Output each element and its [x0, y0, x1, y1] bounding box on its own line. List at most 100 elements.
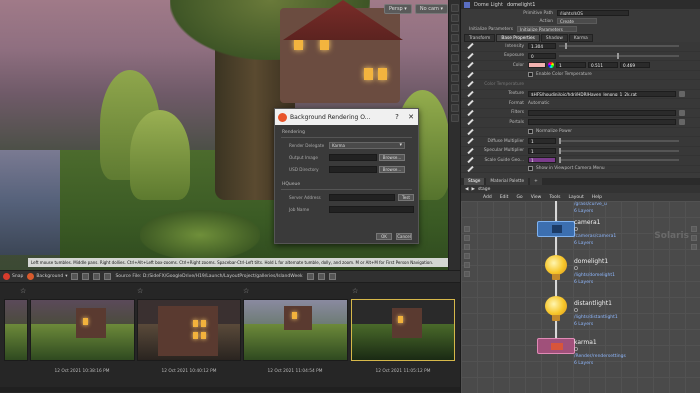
- pencil-icon[interactable]: [466, 119, 474, 125]
- output-image-field[interactable]: [329, 154, 377, 161]
- ok-button[interactable]: OK: [376, 233, 392, 240]
- tool-icon[interactable]: [691, 226, 697, 232]
- star-icon[interactable]: ☆: [137, 287, 143, 295]
- pencil-icon[interactable]: [466, 43, 474, 49]
- display-option-icon[interactable]: [450, 94, 459, 102]
- pencil-icon[interactable]: [466, 148, 474, 154]
- usd-directory-browse-button[interactable]: Browse...: [379, 166, 405, 173]
- intensity-field[interactable]: 1.304: [528, 43, 556, 50]
- pencil-icon[interactable]: [466, 129, 474, 135]
- pencil-icon[interactable]: [466, 91, 474, 97]
- display-option-icon[interactable]: [450, 14, 459, 22]
- menu-edit[interactable]: Edit: [500, 195, 509, 200]
- output-image-browse-button[interactable]: Browse...: [379, 154, 405, 161]
- enable-color-temp-checkbox[interactable]: [528, 72, 533, 78]
- compare-view-icon[interactable]: [328, 273, 336, 280]
- texture-field[interactable]: $HFS/houdini/pic/hdri/HDRIHaven_lenong_1…: [528, 90, 676, 97]
- diffuse-field[interactable]: 1: [528, 138, 556, 145]
- pencil-icon[interactable]: [466, 157, 474, 163]
- init-params-select[interactable]: Initialize Parameters: [517, 26, 577, 32]
- format-select[interactable]: Automatic: [528, 100, 568, 106]
- display-option-icon[interactable]: [450, 24, 459, 32]
- tab-transform[interactable]: Transform: [464, 34, 496, 42]
- portal-select-icon[interactable]: [679, 119, 685, 126]
- tool-icon[interactable]: [464, 271, 470, 277]
- file-browse-icon[interactable]: [679, 90, 685, 97]
- exposure-field[interactable]: 0: [528, 52, 556, 59]
- pencil-icon[interactable]: [466, 110, 474, 116]
- grid-view-icon[interactable]: [306, 273, 314, 280]
- tab-stage[interactable]: Stage: [464, 178, 485, 185]
- tool-icon[interactable]: [464, 226, 470, 232]
- action-select[interactable]: Create: [557, 18, 597, 24]
- tool-icon[interactable]: [464, 253, 470, 259]
- tab-karma[interactable]: Karma: [568, 34, 593, 42]
- filter-select-icon[interactable]: [679, 109, 685, 116]
- test-button[interactable]: Test: [398, 194, 414, 201]
- tab-base-properties[interactable]: Base Properties: [496, 34, 540, 42]
- scale-guide-field[interactable]: 1: [528, 157, 556, 164]
- network-canvas[interactable]: Solaris /grass/curve_u 6 Layers camera1 …: [461, 201, 700, 393]
- tool-icon[interactable]: [464, 262, 470, 268]
- gallery-tool-icon[interactable]: [71, 273, 79, 280]
- pencil-icon[interactable]: [466, 53, 474, 59]
- domelight-node-bulb-icon[interactable]: [545, 255, 567, 280]
- persp-button[interactable]: Persp ▾: [383, 4, 412, 14]
- menu-help[interactable]: Help: [592, 195, 602, 200]
- pencil-icon[interactable]: [466, 100, 474, 106]
- tab-material-palette[interactable]: Material Palette: [486, 178, 529, 185]
- filters-field[interactable]: [528, 109, 676, 116]
- distantlight-node-bulb-icon[interactable]: [545, 296, 567, 321]
- background-button[interactable]: Background ▾: [27, 273, 67, 280]
- specular-slider[interactable]: [559, 147, 679, 154]
- forward-arrow-icon[interactable]: ▶: [471, 187, 474, 192]
- color-b-field[interactable]: 0.469: [620, 62, 650, 69]
- star-icon[interactable]: ☆: [243, 287, 249, 295]
- intensity-slider[interactable]: [559, 43, 679, 50]
- menu-go[interactable]: Go: [516, 195, 522, 200]
- render-delegate-select[interactable]: Karma: [329, 142, 405, 149]
- portals-field[interactable]: [528, 119, 676, 126]
- server-address-field[interactable]: [329, 194, 395, 201]
- primitive-path-field[interactable]: /lights/$OS: [557, 10, 629, 16]
- star-icon[interactable]: ☆: [20, 287, 26, 295]
- gallery-tool-icon[interactable]: [82, 273, 90, 280]
- karma-node[interactable]: [537, 338, 575, 354]
- cancel-button[interactable]: Cancel: [396, 233, 412, 240]
- menu-view[interactable]: View: [531, 195, 542, 200]
- snapshot-thumbnail[interactable]: [243, 299, 348, 361]
- pencil-icon[interactable]: [466, 138, 474, 144]
- pencil-icon[interactable]: [466, 81, 474, 87]
- display-option-icon[interactable]: [450, 54, 459, 62]
- color-wheel-icon[interactable]: [548, 62, 554, 69]
- list-view-icon[interactable]: [317, 273, 325, 280]
- color-swatch[interactable]: [528, 62, 546, 69]
- display-option-icon[interactable]: [450, 44, 459, 52]
- usd-directory-field[interactable]: [329, 166, 377, 173]
- help-button[interactable]: ?: [390, 113, 404, 121]
- specular-field[interactable]: 1: [528, 147, 556, 154]
- pencil-icon[interactable]: [466, 72, 474, 78]
- pencil-icon[interactable]: [466, 166, 474, 172]
- display-option-icon[interactable]: [450, 74, 459, 82]
- job-name-field[interactable]: [329, 206, 414, 213]
- star-icon[interactable]: ☆: [352, 287, 358, 295]
- snap-button[interactable]: Snap: [3, 273, 23, 280]
- show-in-viewport-checkbox[interactable]: [528, 166, 533, 171]
- scene-viewport[interactable]: Persp ▾ No cam ▾ Background Rendering O.…: [0, 0, 460, 270]
- display-option-icon[interactable]: [450, 84, 459, 92]
- dialog-titlebar[interactable]: Background Rendering O... ? ✕: [275, 109, 418, 125]
- snapshot-thumbnail[interactable]: [30, 299, 135, 361]
- display-option-icon[interactable]: [450, 4, 459, 12]
- color-r-field[interactable]: 1: [556, 62, 586, 69]
- display-option-icon[interactable]: [450, 104, 459, 112]
- tool-icon[interactable]: [464, 244, 470, 250]
- camera-button[interactable]: No cam ▾: [414, 4, 448, 14]
- scale-guide-slider[interactable]: [559, 157, 679, 164]
- tool-icon[interactable]: [464, 235, 470, 241]
- snapshot-thumbnail[interactable]: [4, 299, 28, 361]
- add-tab-button[interactable]: +: [530, 178, 542, 185]
- gallery-tool-icon[interactable]: [93, 273, 101, 280]
- close-button[interactable]: ✕: [404, 113, 418, 121]
- diffuse-slider[interactable]: [559, 138, 679, 145]
